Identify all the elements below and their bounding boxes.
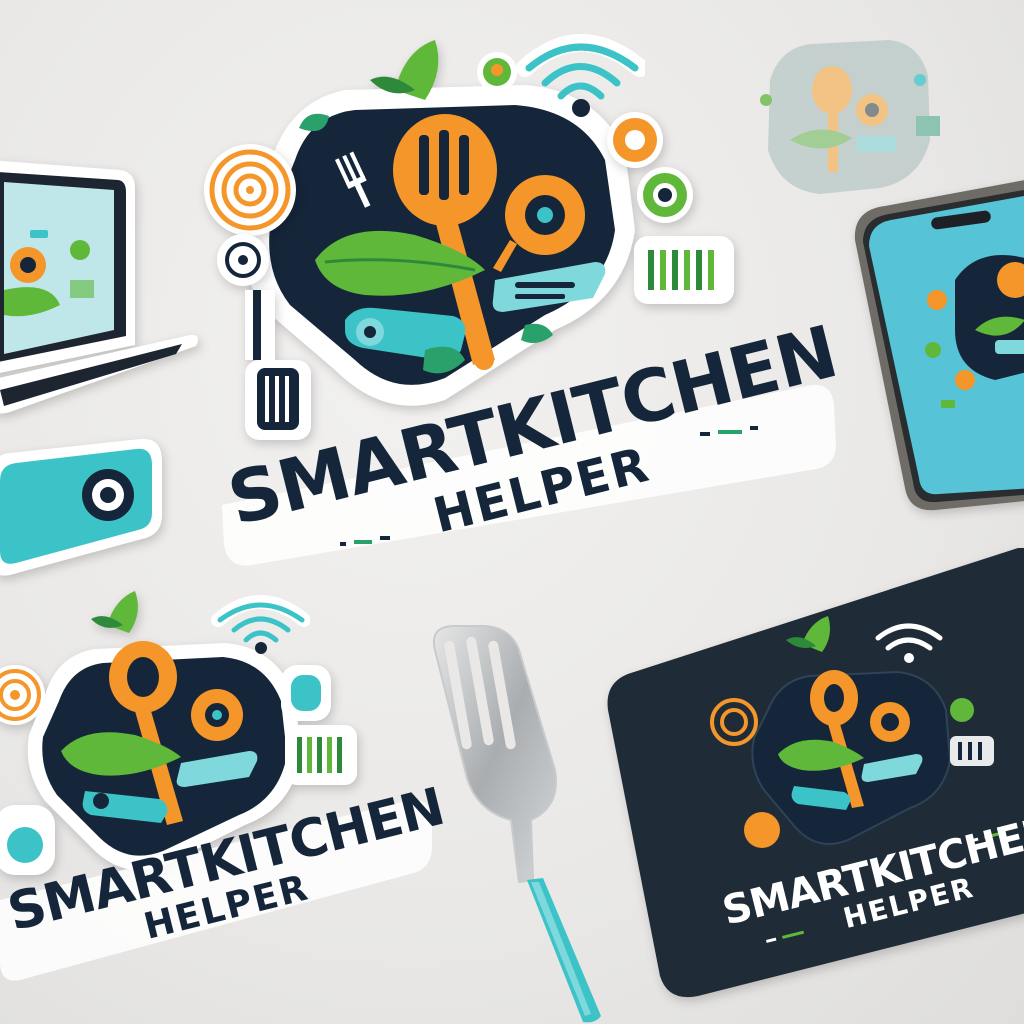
laptop-device <box>0 140 210 440</box>
fork-icon <box>415 620 615 1024</box>
phone-device <box>845 170 1024 520</box>
green-knob-icon <box>635 165 695 225</box>
business-card <box>598 540 1024 1010</box>
spiral-icon <box>200 140 300 240</box>
divider-dots <box>340 530 420 550</box>
toggle-sticker <box>0 435 170 585</box>
pan-icon <box>605 110 665 170</box>
green-dot-icon <box>475 50 519 94</box>
divider-dots <box>700 420 780 440</box>
leaf-icon <box>295 108 335 144</box>
grill-icon <box>630 230 740 310</box>
wifi-icon <box>210 590 310 660</box>
